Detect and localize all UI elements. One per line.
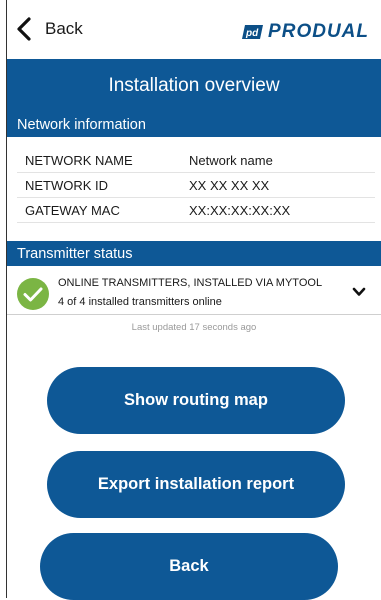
network-id-label: NETWORK ID [25,177,109,193]
network-name-value: Network name [189,152,273,168]
last-updated-text: Last updated 17 seconds ago [131,322,257,333]
gateway-mac-value: XX:XX:XX:XX:XX [189,202,291,218]
gateway-mac-row: GATEWAY MAC XX:XX:XX:XX:XX [17,198,375,223]
svg-text:pd: pd [245,28,259,39]
network-section-header: Network information [7,112,381,137]
check-circle-icon [17,278,49,310]
produal-logo: pd PRODUAL [241,21,369,42]
show-routing-map-button[interactable]: Show routing map [47,367,345,434]
transmitter-status-title: ONLINE TRANSMITTERS, INSTALLED VIA MYTOO… [58,277,323,289]
transmitter-status-row[interactable]: ONLINE TRANSMITTERS, INSTALLED VIA MYTOO… [7,271,381,315]
network-id-row: NETWORK ID XX XX XX XX [17,173,375,198]
chevron-down-icon[interactable] [351,284,367,300]
transmitter-section-header: Transmitter status [7,241,381,266]
transmitter-status-detail: 4 of 4 installed transmitters online [58,296,222,308]
gateway-mac-label: GATEWAY MAC [25,202,120,218]
back-link[interactable]: Back [15,16,83,42]
back-button[interactable]: Back [40,533,338,600]
produal-logo-icon: pd [242,25,264,39]
back-link-label: Back [45,19,83,38]
logo-wordmark: PRODUAL [268,21,369,42]
network-name-label: NETWORK NAME [25,152,133,168]
app-screen: Back pd PRODUAL Installation overview Ne… [6,0,381,600]
chevron-left-icon [17,17,31,41]
network-id-value: XX XX XX XX [189,177,270,193]
network-info-table: NETWORK NAME Network name NETWORK ID XX … [17,148,375,223]
network-name-row: NETWORK NAME Network name [17,148,375,173]
page-title: Installation overview [7,59,381,112]
export-installation-report-button[interactable]: Export installation report [47,451,345,518]
top-bar: Back pd PRODUAL [7,0,381,58]
